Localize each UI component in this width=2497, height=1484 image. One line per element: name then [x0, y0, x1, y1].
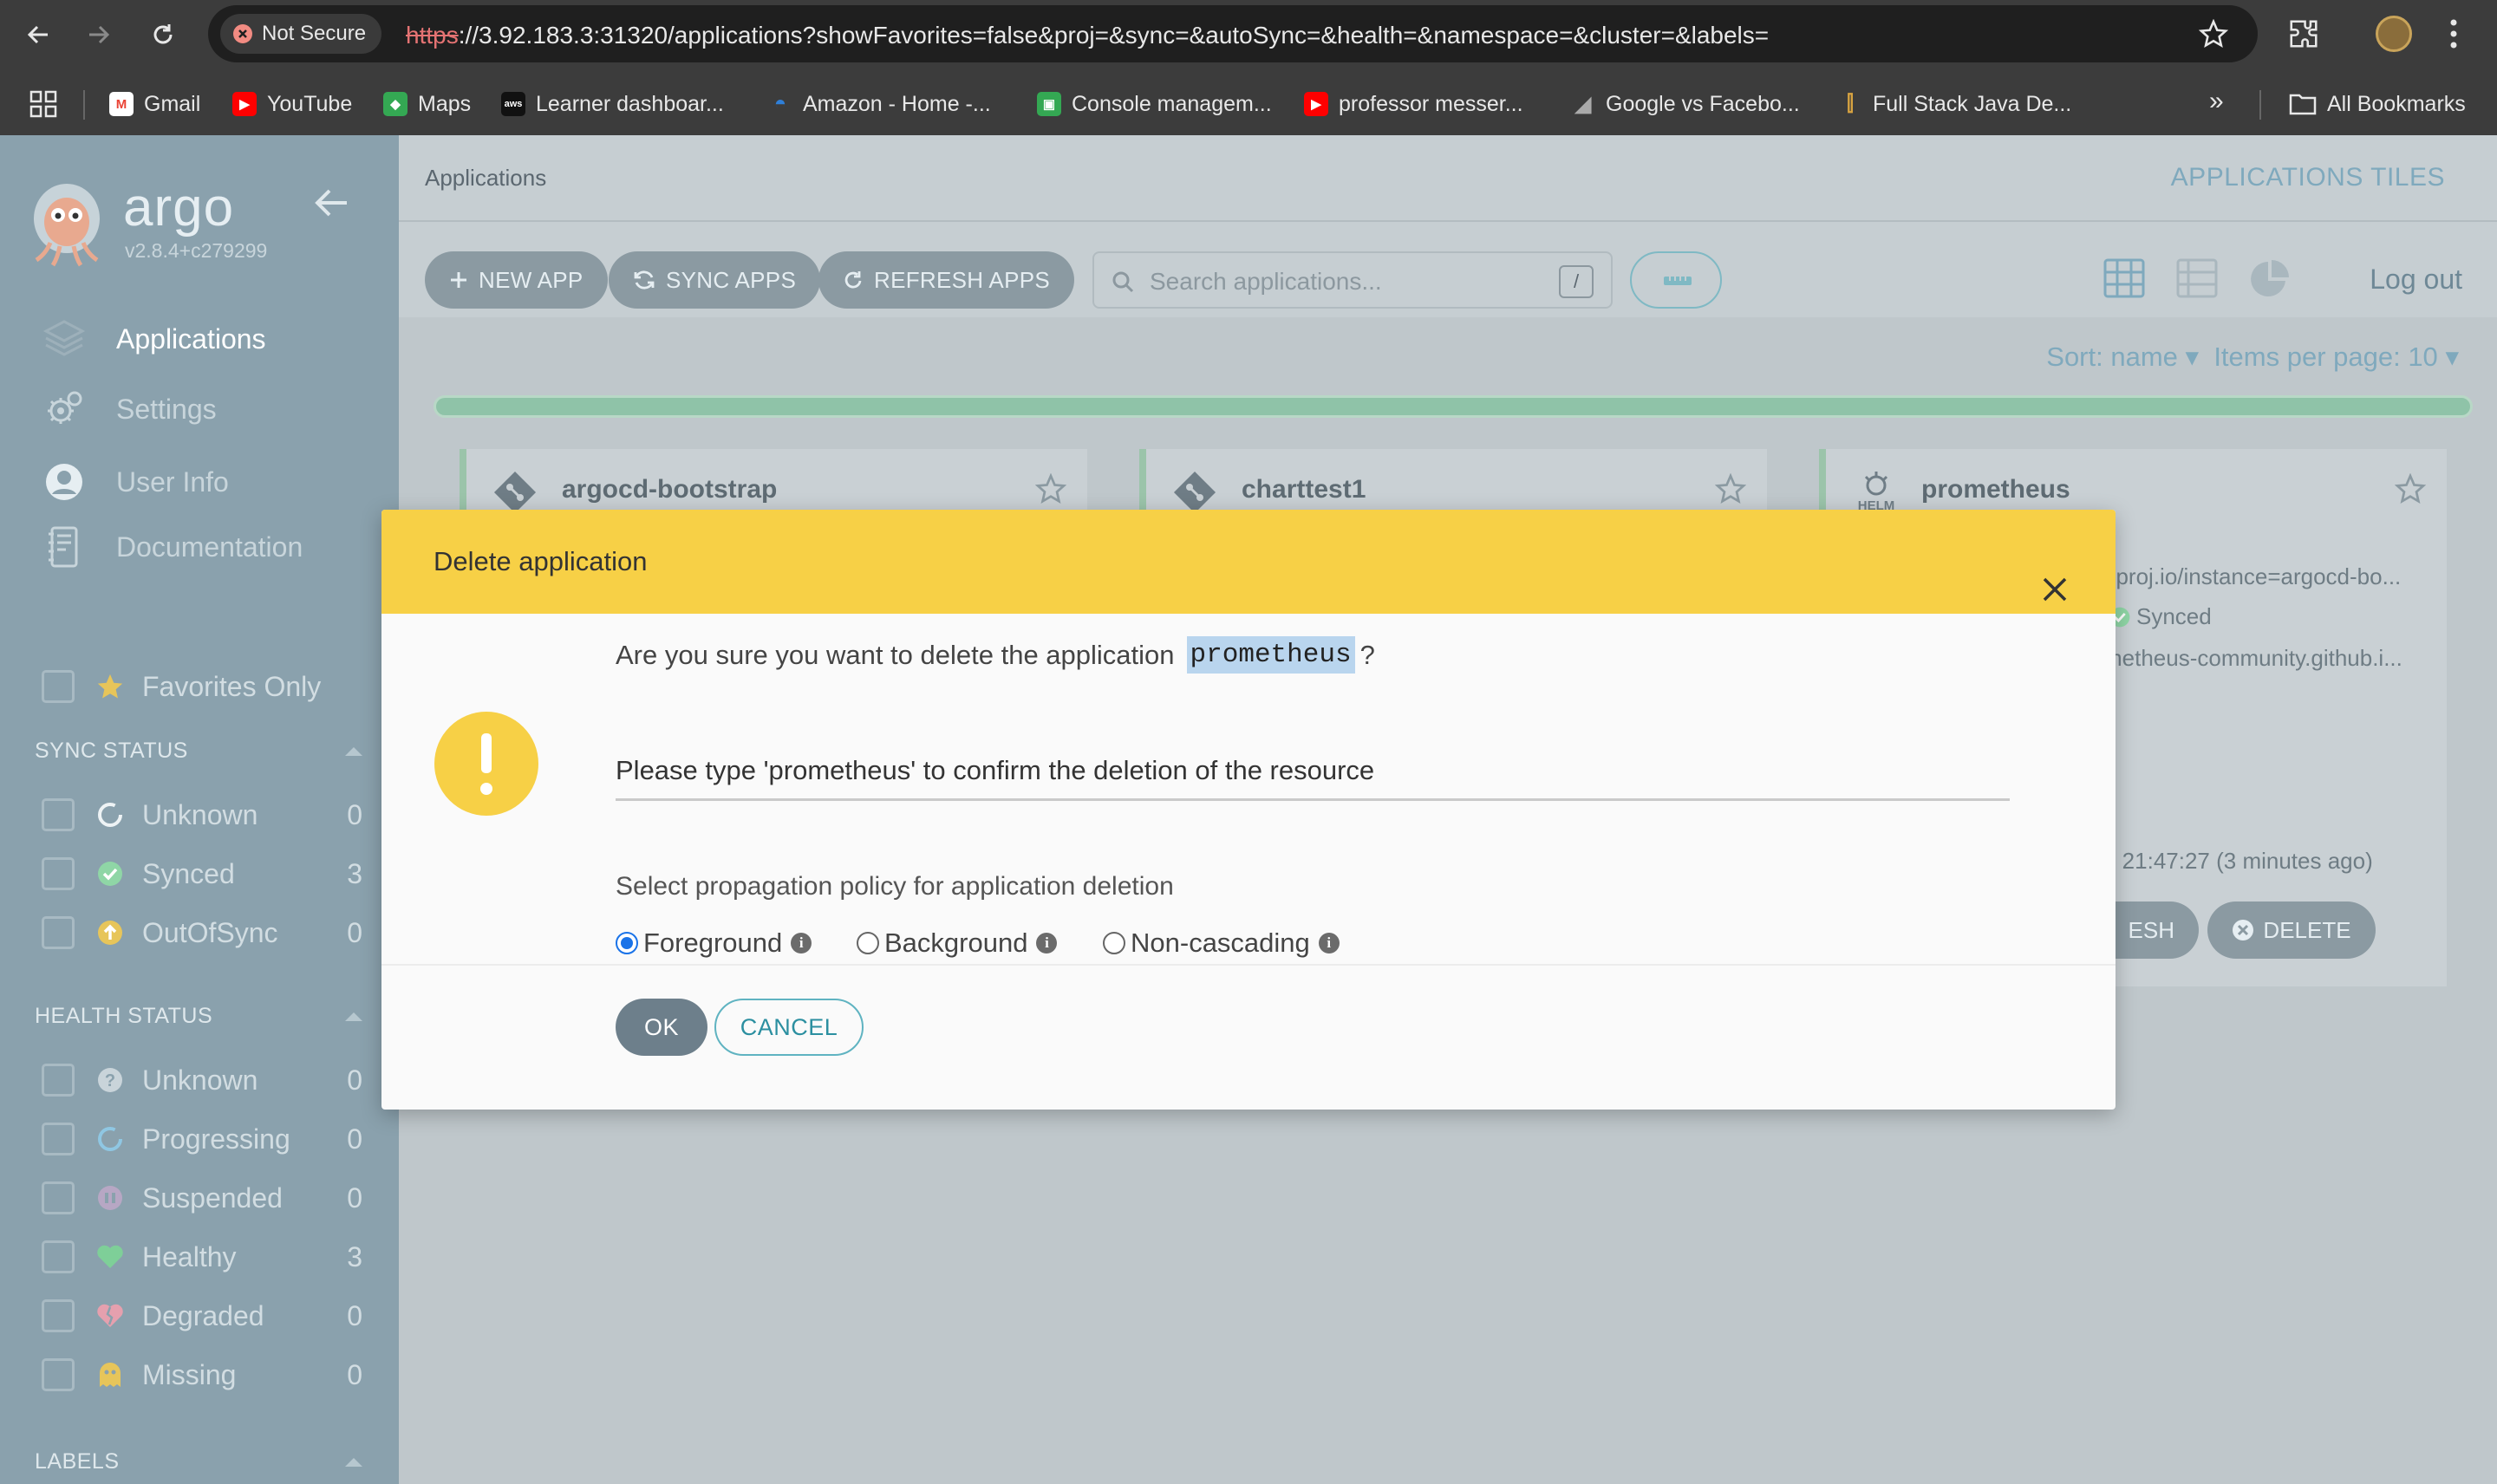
radio-button[interactable] — [1103, 932, 1125, 954]
confirm-app-name-input[interactable] — [616, 742, 2010, 801]
radio-button-selected[interactable] — [616, 932, 638, 954]
radio-background[interactable]: Background i — [857, 928, 1058, 959]
delete-application-dialog: Delete application Are you sure you want… — [381, 510, 2116, 1110]
radio-foreground[interactable]: Foreground i — [616, 928, 812, 959]
info-icon[interactable]: i — [1036, 933, 1058, 954]
radio-button[interactable] — [857, 932, 879, 954]
close-icon[interactable] — [2041, 576, 2069, 603]
modal-overlay: Delete application Are you sure you want… — [0, 0, 2497, 1484]
exclamation-circle-icon — [434, 711, 539, 817]
dialog-divider — [381, 964, 2116, 966]
info-icon[interactable]: i — [791, 933, 812, 954]
propagation-policy-label: Select propagation policy for applicatio… — [616, 872, 1174, 901]
ok-button[interactable]: OK — [616, 999, 707, 1056]
app-name-highlight: prometheus — [1186, 636, 1355, 674]
cancel-button[interactable]: CANCEL — [714, 999, 864, 1056]
dialog-title: Delete application — [434, 546, 648, 576]
radio-label: Non-cascading — [1131, 928, 1310, 958]
radio-non-cascading[interactable]: Non-cascading i — [1103, 928, 1340, 959]
question-text: Are you sure you want to delete the appl… — [616, 639, 1175, 670]
radio-label: Background — [884, 928, 1028, 958]
dialog-header: Delete application — [381, 510, 2116, 614]
question-suffix: ? — [1359, 639, 1375, 670]
info-icon[interactable]: i — [1318, 933, 1340, 954]
confirm-question: Are you sure you want to delete the appl… — [616, 636, 1375, 674]
radio-label: Foreground — [643, 928, 783, 958]
